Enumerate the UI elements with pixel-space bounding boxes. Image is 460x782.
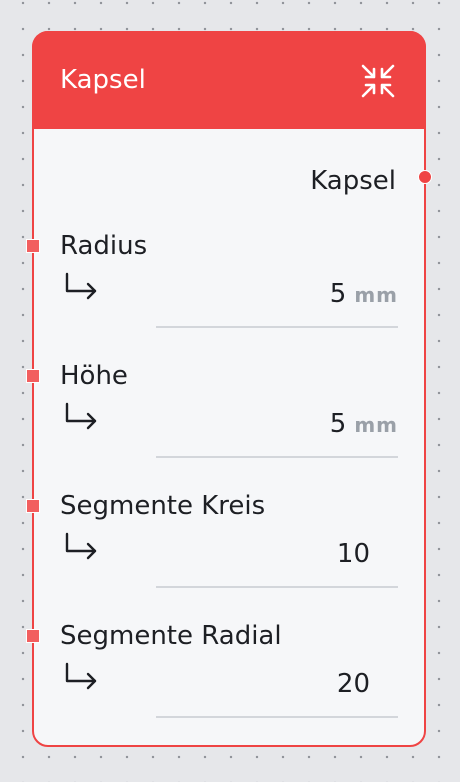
arrow-down-right-icon [65,402,97,430]
input-socket[interactable] [26,499,40,513]
param-segments-radial: Segmente Radial 20 [26,621,424,754]
param-radius: Radius 5 mm [26,231,424,364]
param-unit: mm [354,413,398,437]
param-label: Radius [60,231,148,261]
input-socket[interactable] [26,369,40,383]
node-title: Kapsel [60,65,146,95]
param-value[interactable]: 5 [330,407,347,441]
input-underline [156,326,398,328]
arrow-down-right-icon [65,272,97,300]
arrow-down-right-icon [65,532,97,560]
collapse-icon [361,64,395,98]
param-label: Segmente Radial [60,621,282,651]
input-socket[interactable] [26,239,40,253]
capsule-node[interactable]: Kapsel Kapsel Radius 5 mm Höhe 5 mm Segm… [26,31,432,747]
arrow-down-right-icon [65,662,97,690]
input-underline [156,586,398,588]
param-label: Höhe [60,361,128,391]
param-unit: mm [354,283,398,307]
value-field[interactable]: 10 [337,537,398,571]
value-field[interactable]: 5 mm [330,407,398,441]
param-label: Segmente Kreis [60,491,266,521]
param-height: Höhe 5 mm [26,361,424,494]
param-segments-circle: Segmente Kreis 10 [26,491,424,624]
input-socket[interactable] [26,629,40,643]
param-value[interactable]: 5 [330,277,347,311]
output-label: Kapsel [310,166,396,196]
param-value[interactable]: 10 [337,537,370,571]
output-socket[interactable] [418,170,432,184]
collapse-button[interactable] [360,63,396,99]
node-header[interactable]: Kapsel [32,31,426,129]
input-underline [156,456,398,458]
input-underline [156,716,398,718]
param-value[interactable]: 20 [337,667,370,701]
value-field[interactable]: 5 mm [330,277,398,311]
value-field[interactable]: 20 [337,667,398,701]
